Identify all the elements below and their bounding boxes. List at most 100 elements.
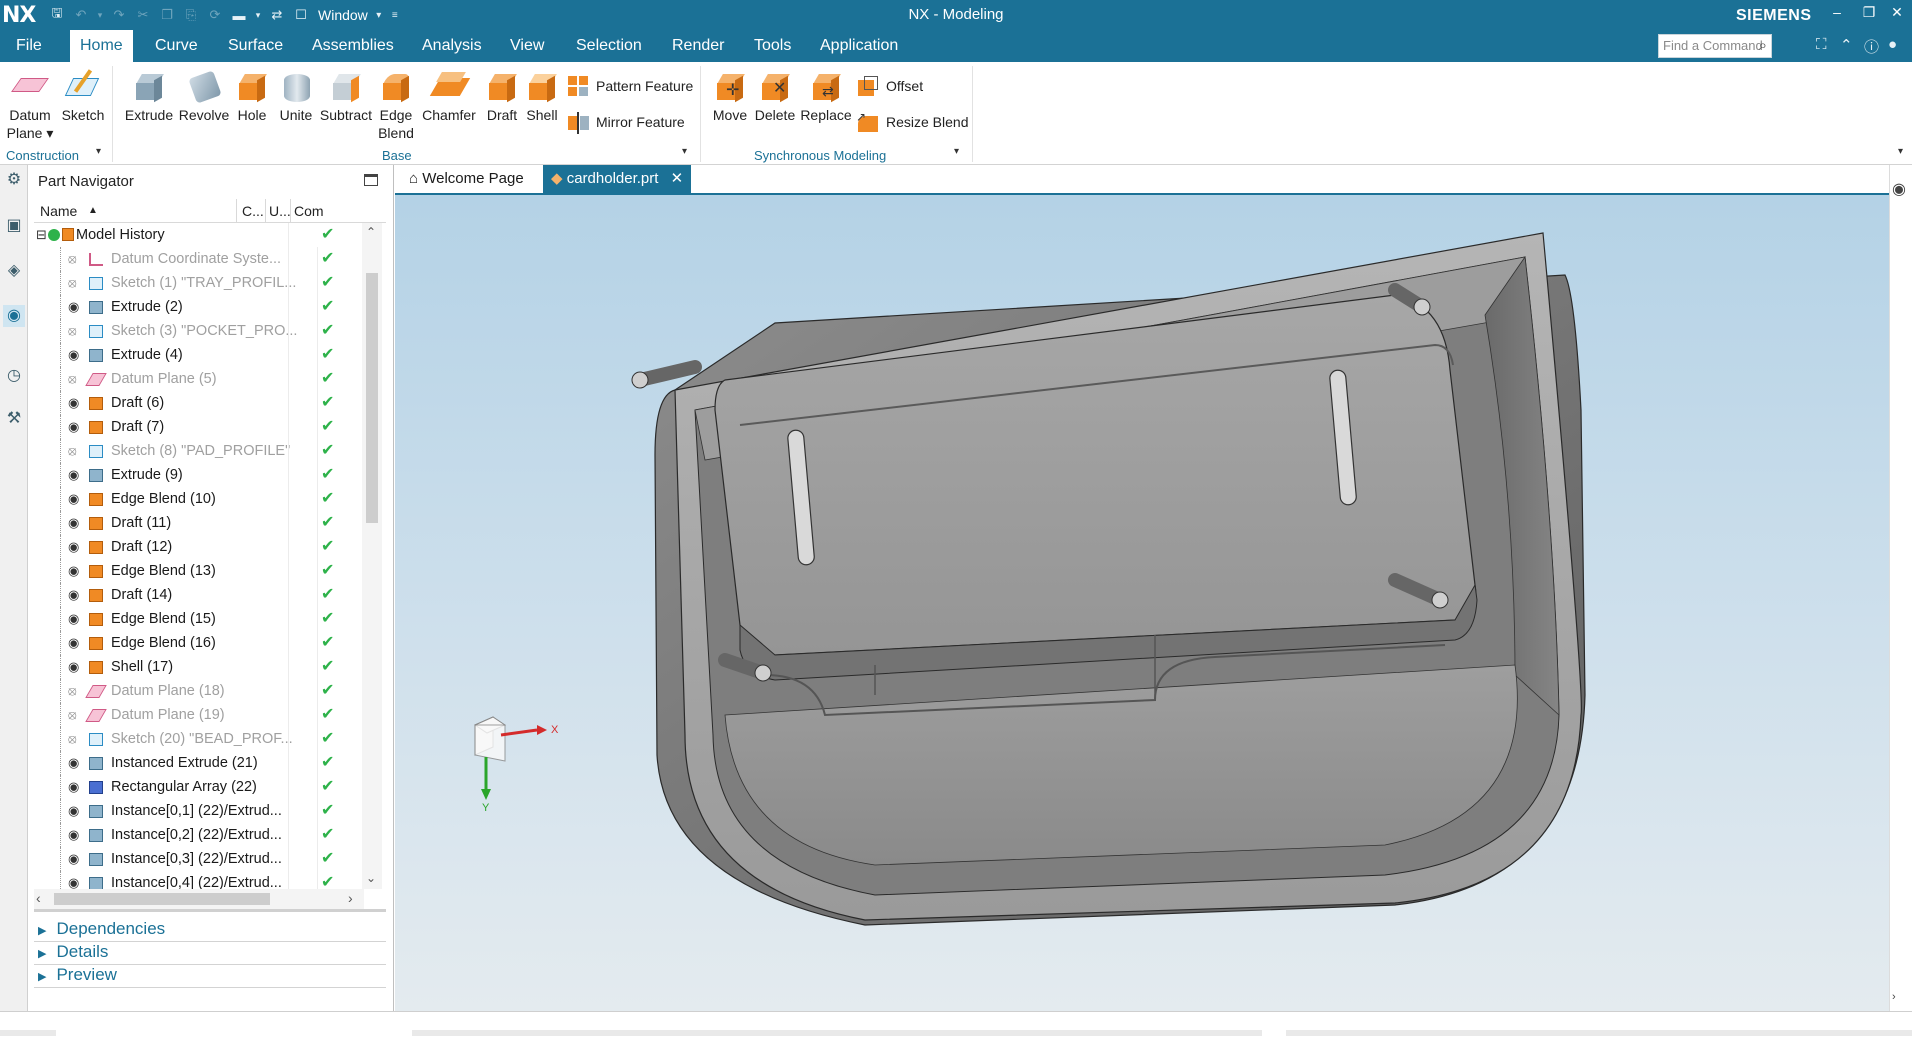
close-tab-icon[interactable]: ✕	[671, 170, 684, 187]
preview-panel[interactable]: ▶ Preview	[38, 965, 117, 985]
tree-row[interactable]: ◉ Instance[0,1] (22)/Extrud... ✔	[34, 799, 370, 823]
visible-eye-icon[interactable]: ◉	[68, 607, 79, 631]
tree-row[interactable]: ◉ Instance[0,3] (22)/Extrud... ✔	[34, 847, 370, 871]
restore-icon[interactable]: ❐	[1858, 4, 1880, 21]
visible-eye-icon[interactable]: ◉	[68, 847, 79, 871]
tree-row[interactable]: ⦻ Sketch (1) "TRAY_PROFIL... ✔	[34, 271, 370, 295]
tree-row[interactable]: ⦻ Datum Plane (18) ✔	[34, 679, 370, 703]
history-icon[interactable]: ◷	[3, 365, 25, 387]
offset-region-button[interactable]: Offset	[856, 74, 923, 98]
visible-eye-icon[interactable]: ◉	[68, 559, 79, 583]
hidden-objects-eye-icon[interactable]: ◉	[1892, 179, 1906, 199]
horizontal-scroll-thumb[interactable]	[54, 893, 270, 905]
edge-blend-button[interactable]: Edge Blend	[376, 66, 416, 142]
visible-eye-icon[interactable]: ◉	[68, 487, 79, 511]
menu-render[interactable]: Render	[662, 30, 734, 62]
details-panel[interactable]: ▶ Details	[38, 942, 108, 962]
hidden-eye-icon[interactable]: ⦻	[68, 319, 77, 343]
revolve-button[interactable]: Revolve	[178, 66, 230, 124]
tree-row[interactable]: ◉ Edge Blend (10) ✔	[34, 487, 370, 511]
minimize-icon[interactable]: –	[1826, 4, 1848, 20]
graphics-window[interactable]: X Y	[395, 195, 1889, 1011]
menu-curve[interactable]: Curve	[145, 30, 208, 62]
visible-eye-icon[interactable]: ◉	[68, 415, 79, 439]
menu-surface[interactable]: Surface	[218, 30, 293, 62]
tree-row[interactable]: ◉ Shell (17) ✔	[34, 655, 370, 679]
navigator-horizontal-scrollbar[interactable]: ‹ ›	[34, 889, 364, 909]
hole-button[interactable]: Hole	[232, 66, 272, 124]
visible-eye-icon[interactable]: ◉	[68, 799, 79, 823]
menu-file[interactable]: File	[6, 30, 52, 62]
hidden-eye-icon[interactable]: ⦻	[68, 727, 77, 751]
draft-button[interactable]: Draft	[482, 66, 522, 124]
vertical-scroll-thumb[interactable]	[366, 273, 378, 523]
maximize-panel-icon[interactable]	[364, 174, 378, 186]
visible-eye-icon[interactable]: ◉	[68, 871, 79, 889]
tree-row[interactable]: ⦻ Datum Plane (5) ✔	[34, 367, 370, 391]
panel-splitter[interactable]	[34, 909, 386, 912]
construction-group-caret-icon[interactable]: ▾	[96, 146, 101, 157]
tree-row[interactable]: ◉ Draft (7) ✔	[34, 415, 370, 439]
datum-plane-button[interactable]: Datum Plane ▾	[6, 66, 54, 142]
column-current[interactable]: C...	[242, 203, 264, 219]
pattern-feature-button[interactable]: Pattern Feature	[566, 74, 693, 98]
full-screen-icon[interactable]: ⛶	[1816, 36, 1827, 53]
visible-eye-icon[interactable]: ◉	[68, 751, 79, 775]
tree-row[interactable]: ◉ Instance[0,4] (22)/Extrud... ✔	[34, 871, 370, 889]
tab-welcome-page[interactable]: ⌂ Welcome Page	[401, 165, 532, 193]
visible-eye-icon[interactable]: ◉	[68, 463, 79, 487]
visible-eye-icon[interactable]: ◉	[68, 511, 79, 535]
tree-row[interactable]: ⦻ Sketch (8) "PAD_PROFILE" ✔	[34, 439, 370, 463]
assembly-navigator-icon[interactable]: ▣	[3, 215, 25, 237]
replace-face-button[interactable]: ⇄ Replace	[800, 66, 852, 124]
visible-eye-icon[interactable]: ◉	[68, 655, 79, 679]
tree-row[interactable]: ◉ Instance[0,2] (22)/Extrud... ✔	[34, 823, 370, 847]
part-navigator-icon[interactable]: ◉	[3, 305, 25, 327]
tree-root-row[interactable]: ⊟ Model History ✔	[34, 223, 370, 247]
scroll-right-icon[interactable]: ›	[1892, 991, 1896, 1003]
scroll-up-icon[interactable]: ⌃	[366, 225, 376, 239]
tree-row[interactable]: ◉ Rectangular Array (22) ✔	[34, 775, 370, 799]
base-group-caret-icon[interactable]: ▾	[682, 146, 687, 157]
menu-home[interactable]: Home	[70, 30, 133, 62]
menu-assemblies[interactable]: Assemblies	[302, 30, 404, 62]
close-icon[interactable]: ✕	[1886, 4, 1908, 21]
tree-row[interactable]: ⦻ Sketch (20) "BEAD_PROF... ✔	[34, 727, 370, 751]
hidden-eye-icon[interactable]: ⦻	[68, 367, 77, 391]
tree-row[interactable]: ◉ Instanced Extrude (21) ✔	[34, 751, 370, 775]
tab-cardholder[interactable]: ◆ cardholder.prt ✕	[543, 165, 692, 193]
scroll-right-icon[interactable]: ›	[348, 890, 353, 906]
hidden-eye-icon[interactable]: ⦻	[68, 679, 77, 703]
column-comment[interactable]: Com	[294, 203, 324, 219]
chamfer-button[interactable]: Chamfer	[420, 66, 478, 124]
menu-analysis[interactable]: Analysis	[412, 30, 492, 62]
expand-details-icon[interactable]: ▶	[38, 948, 46, 960]
hidden-eye-icon[interactable]: ⦻	[68, 271, 77, 295]
tree-row[interactable]: ◉ Edge Blend (13) ✔	[34, 559, 370, 583]
ribbon-options-caret-icon[interactable]: ▾	[1898, 146, 1903, 157]
tree-row[interactable]: ◉ Draft (11) ✔	[34, 511, 370, 535]
menu-application[interactable]: Application	[810, 30, 908, 62]
tree-row[interactable]: ◉ Extrude (4) ✔	[34, 343, 370, 367]
visible-eye-icon[interactable]: ◉	[68, 535, 79, 559]
tree-row[interactable]: ◉ Draft (6) ✔	[34, 391, 370, 415]
tree-row[interactable]: ◉ Edge Blend (16) ✔	[34, 631, 370, 655]
column-uptodate[interactable]: U...	[269, 203, 291, 219]
tree-row[interactable]: ◉ Extrude (9) ✔	[34, 463, 370, 487]
tree-row[interactable]: ◉ Draft (12) ✔	[34, 535, 370, 559]
tree-row[interactable]: ⦻ Datum Plane (19) ✔	[34, 703, 370, 727]
cardholder-model[interactable]: X Y	[395, 195, 1889, 1011]
sketch-button[interactable]: Sketch	[58, 66, 108, 124]
search-icon[interactable]: ⌕	[1759, 37, 1767, 54]
scroll-down-icon[interactable]: ⌄	[366, 871, 376, 885]
unite-button[interactable]: Unite	[276, 66, 316, 124]
scroll-left-icon[interactable]: ‹	[36, 890, 41, 906]
find-command-input[interactable]: Find a Command ⌕	[1658, 34, 1772, 58]
expand-preview-icon[interactable]: ▶	[38, 971, 46, 983]
tree-row[interactable]: ⦻ Datum Coordinate Syste... ✔	[34, 247, 370, 271]
constraint-navigator-icon[interactable]: ◈	[3, 260, 25, 282]
collapse-icon[interactable]: ⊟	[36, 223, 47, 247]
menu-tools[interactable]: Tools	[744, 30, 801, 62]
visible-eye-icon[interactable]: ◉	[68, 295, 79, 319]
resource-bar-settings-icon[interactable]: ⚙	[3, 169, 25, 191]
